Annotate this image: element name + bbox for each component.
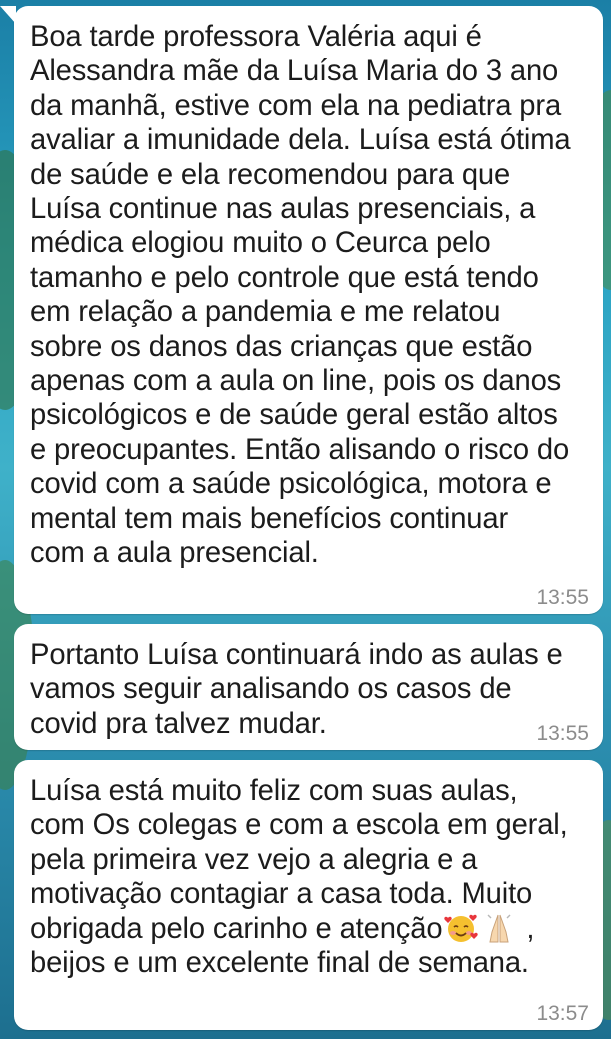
message-timestamp: 13:57 xyxy=(536,1002,589,1025)
message-text: Boa tarde professora Valéria aqui é Ales… xyxy=(30,21,571,570)
smiling-face-with-hearts-icon xyxy=(444,914,479,942)
message-timestamp: 13:55 xyxy=(536,722,589,745)
message-text: Portanto Luísa continuará indo as aulas … xyxy=(30,639,563,740)
bubble-tail xyxy=(0,6,16,24)
message-text: Luísa está muito feliz com suas aulas, c… xyxy=(30,774,585,980)
message-timestamp: 13:55 xyxy=(536,586,589,609)
message-bubble[interactable]: Luísa está muito feliz com suas aulas, c… xyxy=(14,760,603,1030)
message-bubble[interactable]: Portanto Luísa continuará indo as aulas … xyxy=(14,624,603,750)
folded-hands-icon xyxy=(487,914,511,943)
message-bubble[interactable]: Boa tarde professora Valéria aqui é Ales… xyxy=(0,6,603,614)
